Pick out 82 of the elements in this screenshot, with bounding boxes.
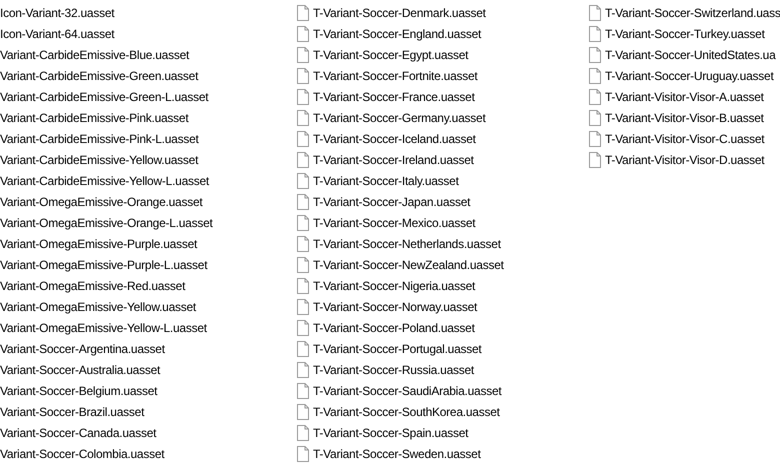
file-icon — [297, 404, 309, 420]
file-icon — [589, 4, 601, 20]
file-icon — [297, 446, 309, 462]
file-name[interactable]: Variant-CarbideEmissive-Yellow-L.uasset — [0, 174, 210, 188]
file-icon — [297, 320, 309, 336]
file-icon — [297, 382, 309, 398]
file-name[interactable]: Variant-CarbideEmissive-Pink.uasset — [0, 110, 188, 124]
file-name[interactable]: Variant-Soccer-Argentina.uasset — [0, 342, 165, 356]
file-name[interactable]: Variant-OmegaEmissive-Purple.uasset — [0, 236, 198, 250]
file-name[interactable]: Variant-CarbideEmissive-Green.uasset — [0, 68, 198, 82]
file-name[interactable]: T-Variant-Visitor-Visor-A.uasset — [605, 90, 764, 104]
file-icon — [589, 88, 601, 104]
file-icon — [297, 278, 309, 294]
file-icon — [297, 194, 309, 210]
file-icon — [297, 172, 309, 188]
file-icon — [297, 362, 309, 378]
file-name[interactable]: T-Variant-Soccer-Fortnite.uasset — [313, 68, 478, 82]
file-name[interactable]: Variant-Soccer-Colombia.uasset — [0, 446, 164, 460]
file-name[interactable]: T-Variant-Soccer-Egypt.uasset — [313, 48, 468, 62]
file-icon — [589, 68, 601, 84]
file-name[interactable]: Variant-OmegaEmissive-Orange.uasset — [0, 194, 202, 208]
file-name[interactable]: Variant-Soccer-Brazil.uasset — [0, 404, 144, 418]
file-icon — [297, 88, 309, 104]
file-icon — [297, 4, 309, 20]
file-name[interactable]: T-Variant-Soccer-Poland.uasset — [313, 320, 475, 334]
file-name[interactable]: T-Variant-Soccer-UnitedStates.ua — [605, 48, 776, 62]
file-name[interactable]: T-Variant-Soccer-Spain.uasset — [313, 426, 468, 440]
file-name[interactable]: T-Variant-Soccer-Russia.uasset — [313, 362, 474, 376]
file-name[interactable]: T-Variant-Visitor-Visor-D.uasset — [605, 152, 764, 166]
file-name[interactable]: T-Variant-Soccer-Germany.uasset — [313, 110, 486, 124]
file-name[interactable]: T-Variant-Soccer-Turkey.uasset — [605, 26, 765, 40]
file-icon — [297, 214, 309, 230]
file-icon — [297, 26, 309, 42]
file-icon — [297, 340, 309, 356]
file-icon — [297, 256, 309, 272]
file-icon — [589, 152, 601, 168]
file-name[interactable]: T-Variant-Soccer-Portugal.uasset — [313, 342, 482, 356]
file-name[interactable]: Variant-CarbideEmissive-Green-L.uasset — [0, 90, 208, 104]
file-name[interactable]: Variant-OmegaEmissive-Red.uasset — [0, 278, 186, 292]
file-name[interactable]: Icon-Variant-64.uasset — [0, 26, 114, 40]
file-icon — [297, 46, 309, 62]
file-name[interactable]: T-Variant-Soccer-Switzerland.uass — [605, 6, 780, 20]
file-name[interactable]: T-Variant-Soccer-Ireland.uasset — [313, 152, 474, 166]
file-name[interactable]: T-Variant-Soccer-Iceland.uasset — [313, 132, 476, 146]
file-icon — [297, 424, 309, 440]
file-name[interactable]: T-Variant-Soccer-Mexico.uasset — [313, 216, 476, 230]
file-name[interactable]: Icon-Variant-32.uasset — [0, 6, 114, 20]
file-icon — [297, 152, 309, 168]
file-name[interactable]: Variant-CarbideEmissive-Pink-L.uasset — [0, 132, 199, 146]
file-name[interactable]: Variant-OmegaEmissive-Yellow-L.uasset — [0, 320, 207, 334]
file-icon — [589, 26, 601, 42]
file-name[interactable]: T-Variant-Soccer-Netherlands.uasset — [313, 236, 501, 250]
file-name[interactable]: T-Variant-Soccer-Norway.uasset — [313, 300, 478, 314]
file-name[interactable]: T-Variant-Visitor-Visor-B.uasset — [605, 110, 764, 124]
file-icon — [297, 236, 309, 252]
file-name[interactable]: T-Variant-Soccer-Sweden.uasset — [313, 446, 481, 460]
file-name[interactable]: Variant-OmegaEmissive-Orange-L.uasset — [0, 216, 213, 230]
file-name[interactable]: T-Variant-Soccer-SaudiArabia.uasset — [313, 384, 502, 398]
file-icon — [589, 130, 601, 146]
file-name[interactable]: T-Variant-Visitor-Visor-C.uasset — [605, 132, 764, 146]
file-name[interactable]: T-Variant-Soccer-Uruguay.uasset — [605, 68, 774, 82]
file-name[interactable]: T-Variant-Soccer-Italy.uasset — [313, 174, 459, 188]
file-name[interactable]: Variant-OmegaEmissive-Purple-L.uasset — [0, 258, 208, 272]
file-name[interactable]: Variant-Soccer-Australia.uasset — [0, 362, 160, 376]
file-name[interactable]: T-Variant-Soccer-SouthKorea.uasset — [313, 404, 500, 418]
file-icon — [297, 68, 309, 84]
file-name[interactable]: T-Variant-Soccer-England.uasset — [313, 26, 482, 40]
file-icon — [589, 46, 601, 62]
file-name[interactable]: T-Variant-Soccer-NewZealand.uasset — [313, 258, 504, 272]
file-name[interactable]: Variant-OmegaEmissive-Yellow.uasset — [0, 300, 196, 314]
file-name[interactable]: Variant-Soccer-Canada.uasset — [0, 426, 156, 440]
file-name[interactable]: Variant-CarbideEmissive-Yellow.uasset — [0, 152, 198, 166]
file-name[interactable]: Variant-CarbideEmissive-Blue.uasset — [0, 48, 190, 62]
file-name[interactable]: T-Variant-Soccer-Nigeria.uasset — [313, 278, 476, 292]
file-icon — [297, 298, 309, 314]
file-icon — [589, 110, 601, 126]
file-name[interactable]: Variant-Soccer-Belgium.uasset — [0, 384, 158, 398]
file-name[interactable]: T-Variant-Soccer-Japan.uasset — [313, 194, 470, 208]
file-icon — [297, 130, 309, 146]
file-icon — [297, 110, 309, 126]
file-name[interactable]: T-Variant-Soccer-France.uasset — [313, 90, 475, 104]
file-name[interactable]: T-Variant-Soccer-Denmark.uasset — [313, 6, 486, 20]
